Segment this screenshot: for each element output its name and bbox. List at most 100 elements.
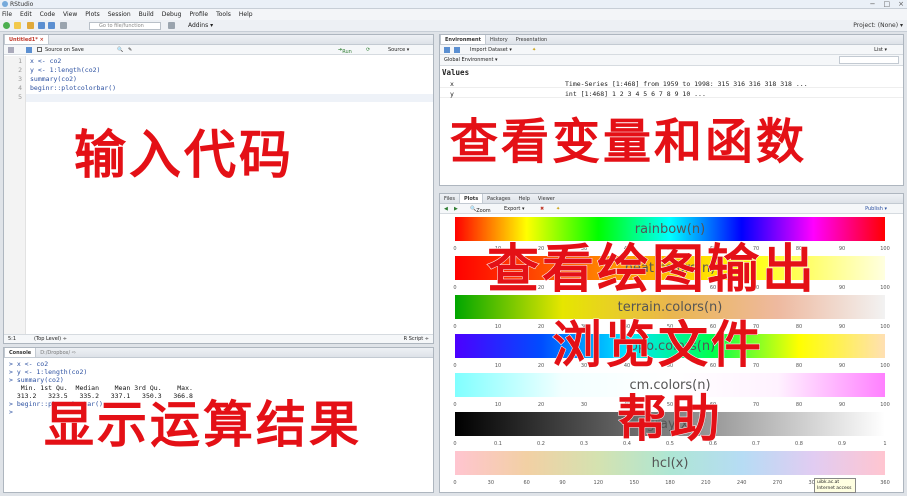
broom-icon[interactable]: ✦: [532, 47, 536, 53]
tab-presentation[interactable]: Presentation: [512, 35, 551, 44]
zoom-button[interactable]: 🔍 Zoom: [470, 206, 491, 214]
code-line[interactable]: y <- 1:length(co2): [30, 66, 100, 74]
environment-tabbar: Environment History Presentation: [440, 35, 903, 45]
code-line[interactable]: x <- co2: [30, 57, 61, 65]
variable-name: x: [450, 80, 454, 88]
tick-label: 240: [736, 480, 747, 486]
console-line: > summary(co2): [9, 376, 64, 384]
menu-plots[interactable]: Plots: [85, 11, 99, 18]
tab-plots[interactable]: Plots: [458, 194, 484, 203]
editor-pane: Untitled1* × Source on Save 🔍 ✎ ➔ Run ⟳ …: [3, 34, 434, 344]
menu-debug[interactable]: Debug: [162, 11, 182, 18]
line-number: 1: [18, 57, 22, 65]
current-line-highlight: [26, 94, 433, 102]
tick-label: 270: [772, 480, 783, 486]
menu-build[interactable]: Build: [139, 11, 154, 18]
project-menu[interactable]: Project: (None) ▾: [853, 22, 903, 29]
menu-profile[interactable]: Profile: [189, 11, 208, 18]
tab-environment[interactable]: Environment: [440, 35, 486, 44]
open-folder-icon[interactable]: [27, 22, 34, 29]
env-row-x[interactable]: x Time-Series [1:468] from 1959 to 1998:…: [440, 79, 903, 88]
next-plot-icon[interactable]: ▶: [454, 206, 458, 212]
tick-label: 0: [453, 480, 457, 486]
scope-selector[interactable]: (Top Level) ÷: [34, 336, 67, 342]
tick-label: 100: [880, 402, 890, 408]
remove-plot-icon[interactable]: ✖: [540, 206, 544, 212]
goto-placeholder: Go to file/function: [99, 23, 144, 29]
tick-label: 90: [838, 363, 846, 369]
save-icon[interactable]: [38, 22, 45, 29]
tick-label: 0: [453, 285, 457, 291]
maximize-button[interactable]: □: [884, 0, 891, 8]
publish-button[interactable]: Publish ▾: [865, 206, 887, 212]
global-environment-selector[interactable]: Global Environment ▾: [444, 57, 498, 63]
tab-help[interactable]: Help: [515, 194, 534, 203]
tab-viewer[interactable]: Viewer: [534, 194, 559, 203]
console-input-line[interactable]: >: [9, 408, 13, 416]
search-icon[interactable]: 🔍: [117, 47, 123, 53]
menu-tools[interactable]: Tools: [216, 11, 231, 18]
export-button[interactable]: Export ▾: [504, 206, 524, 212]
tick-label: 30: [580, 402, 588, 408]
source-button[interactable]: Source ▾: [388, 47, 409, 53]
import-dataset-button[interactable]: Import Dataset ▾: [470, 47, 512, 53]
env-row-y[interactable]: y int [1:468] 1 2 3 4 5 6 7 8 9 10 ...: [440, 89, 903, 98]
tick-label: 0.8: [795, 441, 803, 447]
tick-label: 80: [795, 324, 803, 330]
save-workspace-icon[interactable]: [454, 47, 460, 53]
code-line[interactable]: summary(co2): [30, 75, 77, 83]
code-line[interactable]: beginr::plotcolorbar(): [30, 84, 116, 92]
prev-plot-icon[interactable]: ◀: [444, 206, 448, 212]
run-button[interactable]: ➔ Run: [338, 47, 352, 55]
tick-label: 120: [593, 480, 604, 486]
menu-session[interactable]: Session: [108, 11, 131, 18]
tick-label: 0.1: [494, 441, 502, 447]
rerun-icon[interactable]: ⟳: [366, 47, 370, 53]
menu-view[interactable]: View: [63, 11, 77, 18]
main-toolbar: Go to file/function Addins ▾ Project: (N…: [0, 20, 907, 32]
close-button[interactable]: ×: [898, 0, 904, 8]
line-number: 5: [18, 93, 22, 101]
minimize-button[interactable]: −: [870, 0, 876, 8]
tick-label: 0: [453, 441, 457, 447]
print-icon[interactable]: [60, 22, 67, 29]
editor-statusbar: 5:1 (Top Level) ÷ R Script ÷: [4, 334, 433, 343]
menu-file[interactable]: File: [2, 11, 12, 18]
tick-label: 90: [838, 285, 846, 291]
file-type-selector[interactable]: R Script ÷: [404, 336, 429, 342]
variable-name: y: [450, 90, 454, 98]
tick-label: 10: [494, 363, 502, 369]
source-on-save-checkbox[interactable]: [37, 47, 42, 52]
overlay-help: 帮助: [617, 389, 723, 448]
clear-plots-icon[interactable]: ✦: [556, 206, 560, 212]
addins-menu[interactable]: Addins ▾: [188, 22, 213, 29]
back-arrow-icon[interactable]: [8, 47, 14, 53]
tab-files[interactable]: Files: [440, 194, 459, 203]
tab-history[interactable]: History: [486, 35, 512, 44]
editor-save-icon[interactable]: [26, 47, 32, 53]
new-file-icon[interactable]: [3, 22, 10, 29]
tick-label: 90: [838, 246, 846, 252]
console-tabbar: Console D:/Dropbox/ ⇨: [4, 348, 433, 358]
save-all-icon[interactable]: [48, 22, 55, 29]
goto-file-input[interactable]: Go to file/function: [89, 22, 161, 30]
tab-untitled1[interactable]: Untitled1* ×: [4, 35, 49, 44]
zoom-label: Zoom: [476, 208, 491, 214]
tab-console[interactable]: Console: [4, 348, 37, 357]
tick-label: 80: [795, 363, 803, 369]
environment-search-input[interactable]: [839, 56, 899, 64]
tick-label: 60: [523, 480, 530, 486]
wand-icon[interactable]: ✎: [128, 47, 132, 53]
menu-edit[interactable]: Edit: [20, 11, 32, 18]
new-project-icon[interactable]: [14, 22, 21, 29]
load-workspace-icon[interactable]: [444, 47, 450, 53]
window-title: RStudio: [10, 1, 34, 8]
tab-packages[interactable]: Packages: [483, 194, 514, 203]
tick-label: 90: [838, 324, 846, 330]
tick-label: 90: [838, 402, 846, 408]
list-view-selector[interactable]: List ▾: [874, 47, 887, 53]
menu-help[interactable]: Help: [239, 11, 253, 18]
console-path[interactable]: D:/Dropbox/ ⇨: [36, 348, 80, 357]
grid-icon[interactable]: [168, 22, 175, 29]
menu-code[interactable]: Code: [40, 11, 55, 18]
